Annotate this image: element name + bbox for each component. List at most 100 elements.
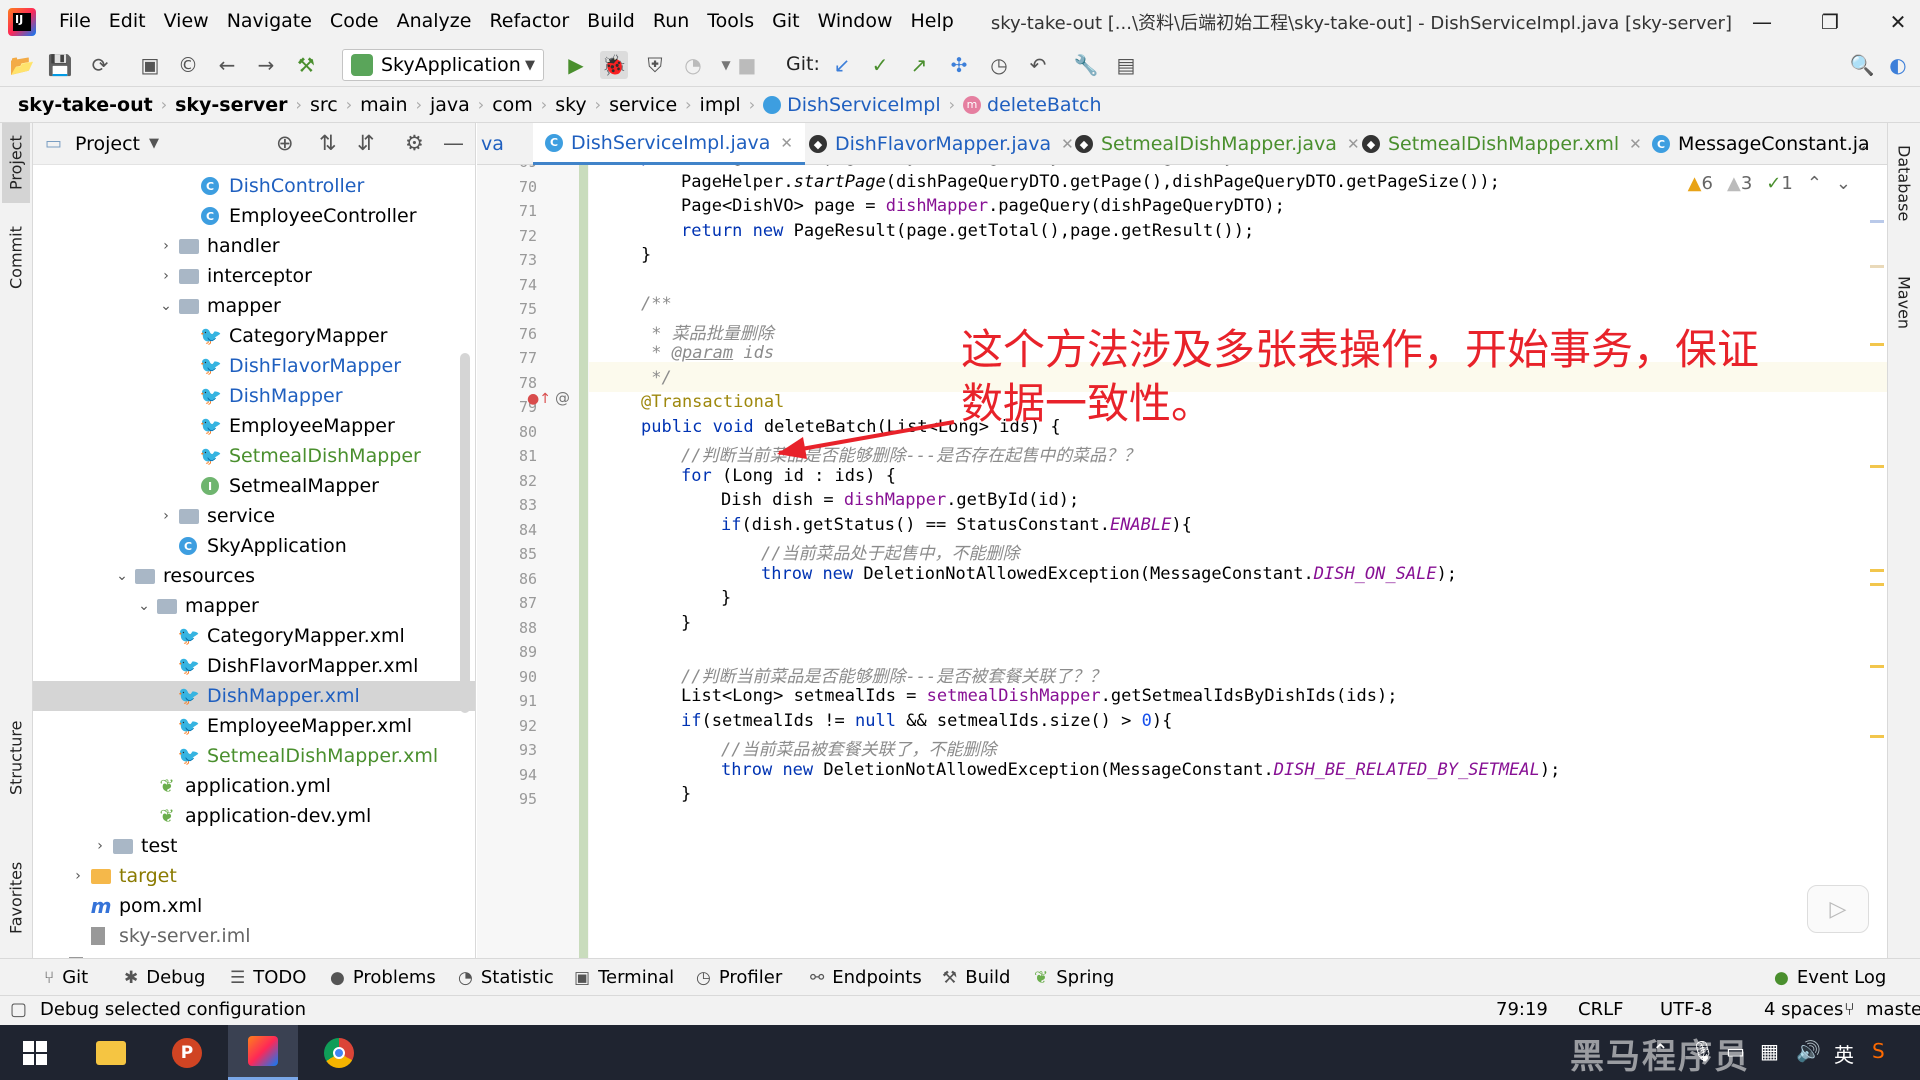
chrome-icon[interactable] [304,1025,374,1080]
tool-tab-build[interactable]: ⚒ Build [942,959,1010,996]
collapse-all-icon[interactable]: ⇵ [357,131,375,155]
tab-setmealdishmapper-java[interactable]: ◆ SetmealDishMapper.java ✕ [1063,123,1372,165]
close-button[interactable]: ✕ [1876,0,1920,43]
tree-item[interactable]: .gitignore [33,951,475,958]
tray-chevron-icon[interactable]: ⌃ [1652,1039,1669,1063]
build-hammer-icon[interactable]: ⚒ [292,51,320,79]
close-icon[interactable]: ✕ [780,134,793,152]
tree-item[interactable]: sky-server.iml [33,921,475,951]
ime-indicator[interactable]: 英 [1834,1039,1854,1068]
chevron-right-icon[interactable]: › [159,508,173,524]
project-panel-title[interactable]: Project [75,133,140,155]
minimize-button[interactable]: — [1740,0,1784,43]
crumb-java[interactable]: java [430,94,470,116]
menu-tools[interactable]: Tools [698,0,763,43]
sync-icon[interactable]: ⟳ [86,51,114,79]
tree-item[interactable]: C EmployeeController [33,201,475,231]
forward-icon[interactable]: → [252,51,280,79]
tree-item[interactable]: I SetmealMapper [33,471,475,501]
settings-wrench-icon[interactable]: 🔧 [1072,51,1100,79]
save-all-icon[interactable]: 💾 [46,51,74,79]
tree-item[interactable]: 🐦 SetmealDishMapper.xml [33,741,475,771]
tree-item[interactable]: 🐦 CategoryMapper [33,321,475,351]
windows-start-icon[interactable] [0,1025,70,1080]
caret-position[interactable]: 79:19 [1496,999,1548,1020]
tab-setmealdishmapper-xml[interactable]: ◆ SetmealDishMapper.xml ✕ [1350,123,1654,165]
tree-item[interactable]: › test [33,831,475,861]
tree-item[interactable]: 🐦 CategoryMapper.xml [33,621,475,651]
run-icon[interactable]: ▶ [562,51,590,79]
menu-analyze[interactable]: Analyze [388,0,481,43]
tree-item[interactable]: C DishController [33,171,475,201]
scrollbar[interactable] [460,353,470,713]
chevron-right-icon[interactable]: › [159,238,173,254]
network-icon[interactable]: ▦ [1760,1039,1779,1063]
rollback-icon[interactable]: ↶ [1024,51,1052,79]
sogou-ime-icon[interactable]: S [1872,1039,1885,1063]
chevron-down-icon[interactable]: ▼ [149,136,159,151]
chevron-right-icon[interactable]: › [159,268,173,284]
crumb-main[interactable]: main [360,94,407,116]
menu-window[interactable]: Window [809,0,902,43]
tool-tab-project[interactable]: Project [2,123,30,203]
crumb-class[interactable]: DishServiceImpl [787,94,941,116]
tab-partial-left[interactable]: va [481,123,529,165]
open-folder-icon[interactable]: 📂 [8,51,36,79]
tool-tab-event-log[interactable]: ● Event Log [1774,959,1886,996]
tree-item[interactable]: ⌄ mapper [33,291,475,321]
file-encoding[interactable]: UTF-8 [1660,999,1712,1020]
git-branch[interactable]: master [1866,999,1920,1020]
locate-file-icon[interactable]: ⊕ [276,131,294,155]
chevron-down-icon[interactable]: ⌄ [137,598,151,614]
file-explorer-icon[interactable] [76,1025,146,1080]
menu-file[interactable]: File [50,0,100,43]
project-structure-folder-icon[interactable]: ▤ [1112,51,1140,79]
chevron-down-icon[interactable]: ⌄ [159,298,173,314]
crumb-impl[interactable]: impl [700,94,741,116]
menu-build[interactable]: Build [578,0,644,43]
tab-dishserviceimpl[interactable]: C DishServiceImpl.java ✕ [533,123,805,165]
menu-help[interactable]: Help [901,0,962,43]
tree-item[interactable]: 🐦 DishMapper.xml [33,681,475,711]
profile-icon[interactable]: ◔ [679,51,707,79]
menu-view[interactable]: View [155,0,218,43]
status-toggle-icon[interactable]: ▢ [10,999,27,1020]
tab-messageconstant[interactable]: C MessageConstant.ja [1640,123,1882,165]
git-history-icon[interactable]: ◷ [985,51,1013,79]
debug-icon[interactable]: 🐞 [600,51,628,79]
chevron-down-icon[interactable]: ⌄ [115,568,129,584]
tree-item[interactable]: C SkyApplication [33,531,475,561]
restore-button[interactable]: ❐ [1808,0,1852,43]
tool-tab-todo[interactable]: ☰ TODO [230,959,306,996]
volume-icon[interactable]: 🔊 [1796,1039,1821,1063]
intellij-idea-icon[interactable] [228,1025,298,1080]
tool-tab-profiler[interactable]: ◷ Profiler [696,959,782,996]
code-with-me-icon[interactable]: ◐ [1884,51,1912,79]
tree-item[interactable]: › handler [33,231,475,261]
tool-tab-commit[interactable]: Commit [2,213,30,303]
run-configuration-selector[interactable]: SkyApplication ▼ [342,49,544,81]
menu-git[interactable]: Git [763,0,808,43]
tool-tab-debug[interactable]: ✱ Debug [124,959,205,996]
floating-play-button[interactable]: ▷ [1807,885,1869,933]
crumb-src[interactable]: src [310,94,338,116]
microphone-icon[interactable]: 🎙 [1690,1039,1715,1063]
tool-tab-endpoints[interactable]: ⚯ Endpoints [810,959,922,996]
crumb-project[interactable]: sky-take-out [18,94,153,116]
tree-item[interactable]: 🐦 DishFlavorMapper.xml [33,651,475,681]
tool-tab-spring[interactable]: ❦ Spring [1034,959,1114,996]
menu-edit[interactable]: Edit [100,0,155,43]
search-icon[interactable]: 🔍 [1848,51,1876,79]
tool-tab-git[interactable]: ⑂ Git [44,959,88,996]
crumb-service[interactable]: service [609,94,677,116]
crumb-sky[interactable]: sky [555,94,586,116]
menu-refactor[interactable]: Refactor [480,0,578,43]
git-commit-icon[interactable]: ✓ [866,51,894,79]
tree-item[interactable]: › interceptor [33,261,475,291]
battery-icon[interactable]: ▭ [1726,1039,1745,1063]
tool-tab-structure[interactable]: Structure [2,703,30,813]
tree-item[interactable]: ❦ application.yml [33,771,475,801]
tool-tab-database[interactable]: Database [1890,133,1918,233]
tool-tab-statistic[interactable]: ◔ Statistic [458,959,554,996]
indent-setting[interactable]: 4 spaces [1764,999,1843,1020]
